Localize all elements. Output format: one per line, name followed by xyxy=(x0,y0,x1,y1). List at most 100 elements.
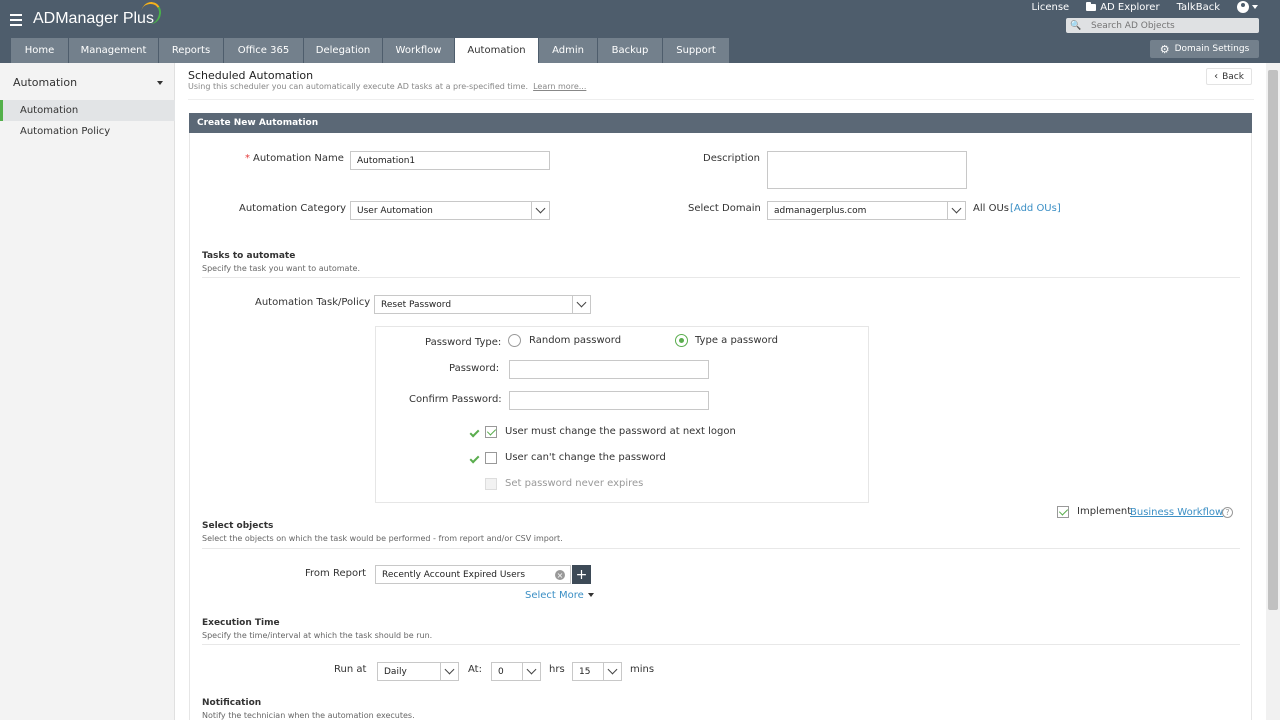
caret-down-icon xyxy=(157,81,163,85)
never-expires-checkbox xyxy=(485,478,497,490)
sidebar: Automation Automation Automation Policy xyxy=(0,63,175,720)
chevron-down-icon xyxy=(522,663,540,680)
report-token[interactable]: Recently Account Expired Users × xyxy=(375,565,571,584)
sidebar-item-automation-policy[interactable]: Automation Policy xyxy=(0,121,175,142)
tab-support[interactable]: Support xyxy=(663,38,729,63)
automation-task-label: Automation Task/Policy xyxy=(255,297,371,308)
search-input[interactable] xyxy=(1091,20,1251,31)
from-report-label: From Report xyxy=(305,568,367,579)
tasks-section-title: Tasks to automate xyxy=(202,251,296,261)
automation-name-input[interactable] xyxy=(350,151,550,170)
tab-backup[interactable]: Backup xyxy=(598,38,662,63)
user-icon xyxy=(1237,1,1249,13)
tab-admin[interactable]: Admin xyxy=(539,38,597,63)
minutes-select[interactable]: 15 xyxy=(572,662,622,681)
license-link[interactable]: License xyxy=(1032,2,1070,13)
frequency-select[interactable]: Daily xyxy=(377,662,459,681)
chevron-down-icon xyxy=(531,202,549,219)
divider xyxy=(202,277,1240,278)
chevron-down-icon xyxy=(603,663,621,680)
must-change-password-label[interactable]: User must change the password at next lo… xyxy=(505,426,736,437)
add-report-button[interactable]: + xyxy=(572,565,591,584)
password-label: Password: xyxy=(449,363,500,374)
tab-automation[interactable]: Automation xyxy=(455,38,538,63)
tasks-section-subtitle: Specify the task you want to automate. xyxy=(202,264,361,273)
tab-reports[interactable]: Reports xyxy=(159,38,223,63)
clear-icon[interactable]: × xyxy=(555,570,565,580)
hamburger-menu-icon[interactable] xyxy=(10,14,22,26)
execution-section-title: Execution Time xyxy=(202,618,280,628)
cant-change-password-checkbox[interactable] xyxy=(485,452,497,464)
top-header: ADManager Plus License AD Explorer TalkB… xyxy=(0,0,1280,63)
panel-header: Create New Automation xyxy=(189,113,1252,133)
automation-category-select[interactable]: User Automation xyxy=(350,201,550,220)
select-domain-select[interactable]: admanagerplus.com xyxy=(767,201,966,220)
caret-down-icon xyxy=(587,593,594,597)
at-label: At: xyxy=(468,664,482,675)
automation-task-select[interactable]: Reset Password xyxy=(374,295,591,314)
select-domain-label: Select Domain xyxy=(688,203,761,214)
select-more-link[interactable]: Select More xyxy=(525,590,594,601)
chevron-down-icon xyxy=(947,202,965,219)
help-icon[interactable]: ? xyxy=(1222,507,1233,518)
tab-management[interactable]: Management xyxy=(69,38,158,63)
search-icon[interactable]: 🔍 xyxy=(1066,21,1086,31)
chevron-down-icon xyxy=(572,296,590,313)
divider xyxy=(188,99,1254,100)
required-marker: * xyxy=(245,153,250,164)
divider xyxy=(202,548,1240,549)
automation-name-label: * Automation Name xyxy=(245,153,344,164)
tab-office-365[interactable]: Office 365 xyxy=(224,38,303,63)
objects-section-title: Select objects xyxy=(202,521,274,531)
tab-home[interactable]: Home xyxy=(11,38,68,63)
type-password-label[interactable]: Type a password xyxy=(695,335,778,346)
type-password-radio[interactable] xyxy=(675,334,688,347)
hours-select[interactable]: 0 xyxy=(491,662,541,681)
never-expires-label: Set password never expires xyxy=(505,478,644,489)
confirm-password-label: Confirm Password: xyxy=(409,394,502,405)
divider xyxy=(202,644,1240,645)
tab-workflow[interactable]: Workflow xyxy=(383,38,454,63)
learn-more-link[interactable]: Learn more... xyxy=(533,82,586,91)
folder-icon xyxy=(1086,1,1097,11)
reset-password-options-panel xyxy=(375,326,869,503)
scrollbar-thumb[interactable] xyxy=(1268,70,1278,610)
must-change-password-checkbox[interactable] xyxy=(485,426,497,438)
main-tabs: Home Management Reports Office 365 Deleg… xyxy=(11,38,730,63)
random-password-label[interactable]: Random password xyxy=(529,335,621,346)
notification-section-subtitle: Notify the technician when the automatio… xyxy=(202,711,415,720)
talkback-link[interactable]: TalkBack xyxy=(1177,2,1220,13)
user-menu[interactable] xyxy=(1237,1,1258,13)
confirm-password-input[interactable] xyxy=(509,391,709,410)
objects-section-subtitle: Select the objects on which the task wou… xyxy=(202,534,563,543)
domain-settings-button[interactable]: ⚙ Domain Settings xyxy=(1150,40,1259,58)
password-type-label: Password Type: xyxy=(425,337,502,348)
gear-icon: ⚙ xyxy=(1159,42,1170,56)
password-input[interactable] xyxy=(509,360,709,379)
business-workflow-link[interactable]: Business Workflow xyxy=(1130,507,1223,518)
implement-workflow-checkbox[interactable] xyxy=(1057,506,1069,518)
search-box: 🔍 xyxy=(1066,18,1259,33)
top-links: License AD Explorer TalkBack xyxy=(1015,1,1258,13)
app-logo[interactable]: ADManager Plus xyxy=(33,0,164,28)
back-button[interactable]: ‹ Back xyxy=(1206,68,1252,85)
cant-change-password-label[interactable]: User can't change the password xyxy=(505,452,666,463)
sidebar-item-automation[interactable]: Automation xyxy=(0,100,175,121)
tab-delegation[interactable]: Delegation xyxy=(304,38,382,63)
caret-down-icon xyxy=(1252,5,1258,9)
run-at-label: Run at xyxy=(334,664,367,675)
chevron-down-icon xyxy=(440,663,458,680)
page-title: Scheduled Automation xyxy=(188,69,314,82)
sidebar-heading-dropdown[interactable]: Automation xyxy=(13,76,163,89)
ad-explorer-link[interactable]: AD Explorer xyxy=(1086,1,1160,13)
page-subtitle: Using this scheduler you can automatical… xyxy=(188,82,587,91)
all-ous-text: All OUs xyxy=(973,203,1009,214)
implement-label: Implement xyxy=(1077,506,1132,517)
automation-category-label: Automation Category xyxy=(239,203,347,214)
execution-section-subtitle: Specify the time/interval at which the t… xyxy=(202,631,433,640)
hrs-label: hrs xyxy=(549,664,565,675)
random-password-radio[interactable] xyxy=(508,334,521,347)
chevron-left-icon: ‹ xyxy=(1214,71,1219,82)
add-ous-link[interactable]: [Add OUs] xyxy=(1010,203,1061,214)
description-textarea[interactable] xyxy=(767,151,967,189)
